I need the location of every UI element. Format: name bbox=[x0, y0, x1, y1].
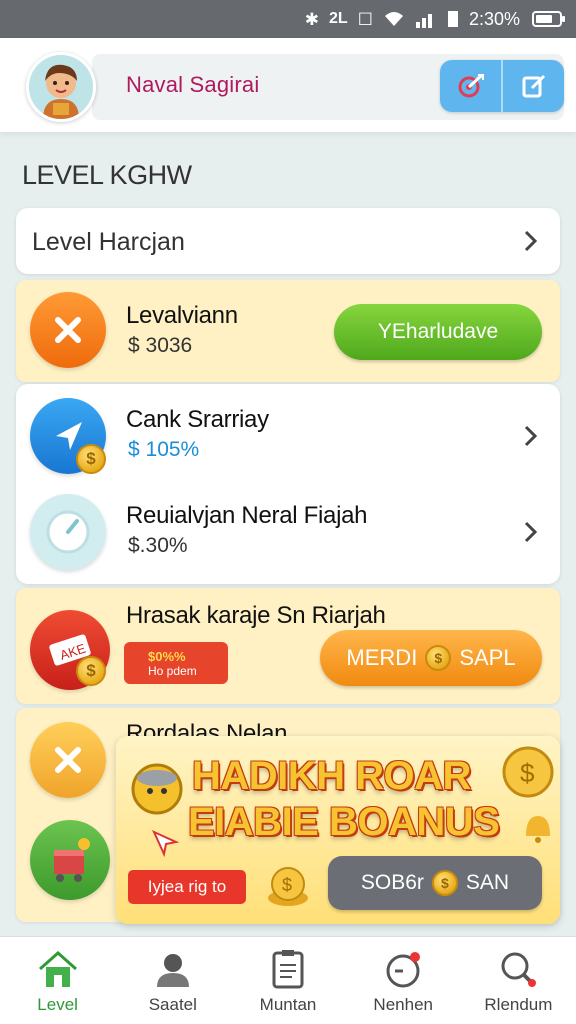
status-bar: ✱ 2L ☐ 2:30% bbox=[0, 0, 576, 38]
bell-icon bbox=[526, 816, 550, 843]
timer-icon bbox=[386, 952, 421, 988]
nav-item-level[interactable]: Level bbox=[0, 937, 115, 1024]
row-title: Reuialvjan Neral Fiajah bbox=[126, 502, 368, 529]
promo-button-tail: SAN bbox=[465, 871, 510, 894]
bluetooth-icon: ✱ bbox=[304, 9, 320, 29]
cell-signal-icon bbox=[415, 14, 432, 28]
character-avatar-icon bbox=[29, 55, 93, 119]
avatar[interactable] bbox=[26, 52, 96, 122]
row-title: Cank Srarriay bbox=[126, 406, 269, 433]
nav-item-nenhen[interactable]: Nenhen bbox=[346, 937, 461, 1024]
status-time: 2:30% bbox=[468, 8, 520, 29]
nav-label: Nenhen bbox=[373, 995, 433, 1014]
gift-cart-icon bbox=[30, 820, 110, 900]
row-value: $ 105% bbox=[128, 438, 200, 461]
person-icon bbox=[156, 954, 189, 987]
nav-item-muntan[interactable]: Muntan bbox=[230, 937, 345, 1024]
section-title: LEVEL KGHW bbox=[22, 160, 192, 190]
user-name: Naval Sagirai bbox=[126, 72, 260, 97]
discount-tag: $0%% Ho pdem bbox=[124, 642, 228, 684]
row-title: Levalviann bbox=[126, 302, 238, 329]
promo-headline-1: HADIKH ROAR bbox=[192, 754, 471, 798]
clipboard-icon bbox=[272, 950, 304, 989]
svg-text:$: $ bbox=[282, 875, 292, 895]
edit-button[interactable] bbox=[501, 60, 564, 112]
vibrate-icon: ☐ bbox=[357, 9, 373, 29]
chevron-right-icon[interactable] bbox=[518, 520, 542, 544]
close-icon[interactable] bbox=[30, 722, 106, 798]
discount-tag-label: Ho pdem bbox=[148, 663, 197, 678]
svg-text:$: $ bbox=[520, 758, 535, 788]
gauge-icon bbox=[30, 494, 106, 570]
app-header: Naval Sagirai bbox=[0, 38, 576, 132]
row-title: Hrasak karaje Sn Riarjah bbox=[126, 602, 386, 629]
target-button[interactable] bbox=[440, 60, 501, 112]
level-header-card[interactable]: Level Harcjan bbox=[16, 208, 560, 274]
nav-label: Saatel bbox=[148, 995, 197, 1014]
coin-stack-icon: $ bbox=[502, 746, 554, 798]
promo-tag: Iyjea rig to bbox=[128, 870, 246, 904]
nav-label: Rlendum bbox=[484, 995, 553, 1014]
collect-button-tail: SAPL bbox=[459, 645, 516, 670]
home-icon bbox=[38, 950, 77, 987]
row-value: $.30% bbox=[128, 534, 188, 557]
nav-label: Level bbox=[37, 995, 78, 1014]
search-icon bbox=[501, 952, 537, 987]
battery-icon bbox=[532, 11, 565, 27]
promo-headline-2: EIABIE BOANUS bbox=[188, 800, 500, 844]
bottom-nav: Level Saatel Muntan Nenhen Rlendum bbox=[0, 936, 576, 1024]
coin-pile-icon: $ bbox=[268, 867, 308, 906]
signal-label: 2L bbox=[329, 10, 348, 27]
discount-tag-value: $0%% bbox=[148, 648, 186, 664]
wifi-icon bbox=[384, 12, 403, 26]
coin-icon: $ bbox=[431, 870, 458, 896]
nav-item-saatel[interactable]: Saatel bbox=[115, 937, 230, 1024]
nav-label: Muntan bbox=[259, 995, 317, 1014]
coin-icon: $ bbox=[76, 656, 106, 686]
close-icon[interactable] bbox=[30, 292, 106, 368]
pot-icon bbox=[131, 763, 183, 815]
sim-icon bbox=[447, 11, 458, 27]
edit-icon bbox=[522, 74, 545, 98]
nav-item-rlendum[interactable]: Rlendum bbox=[461, 937, 576, 1024]
bonus-promo-banner[interactable]: $ HADIKH ROAR EIABIE BOANUS Iyjea rig to… bbox=[116, 736, 560, 924]
promo-button[interactable]: SOB6r $ SAN bbox=[328, 856, 542, 910]
promo-button-label: SOB6r bbox=[360, 871, 424, 894]
collect-button[interactable]: MERDI $ SAPL bbox=[320, 630, 542, 686]
chevron-right-icon bbox=[524, 230, 538, 252]
row-value: $ 3036 bbox=[128, 334, 193, 357]
target-icon bbox=[458, 73, 484, 98]
header-actions bbox=[440, 60, 564, 112]
level-header-label: Level Harcjan bbox=[32, 228, 185, 256]
coin-icon: $ bbox=[76, 444, 106, 474]
chevron-right-icon[interactable] bbox=[518, 424, 542, 448]
claim-button[interactable]: YEharludave bbox=[334, 304, 542, 360]
cursor-icon bbox=[151, 829, 180, 858]
coin-icon: $ bbox=[425, 645, 452, 671]
collect-button-label: MERDI bbox=[346, 645, 418, 670]
